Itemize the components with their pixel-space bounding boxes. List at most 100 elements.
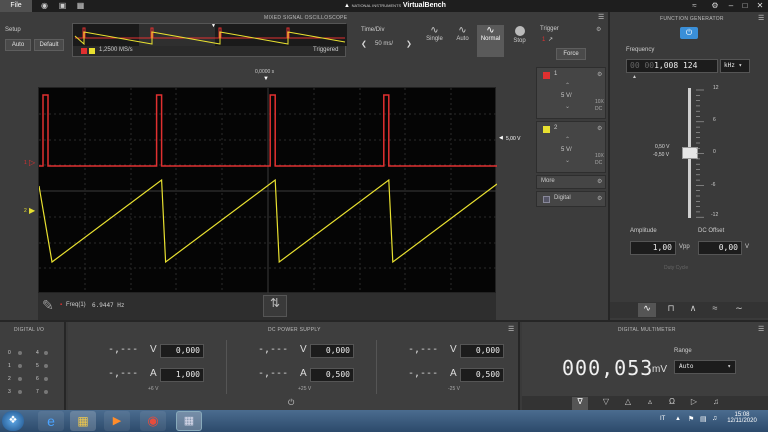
folder-icon[interactable]: ▦ [76, 2, 85, 10]
dc-voltage-setpoint[interactable]: 0,000 [160, 344, 204, 358]
single-mode-button[interactable]: ∿ Single [421, 25, 448, 57]
function-generator-title: FUNCTION GENERATOR [660, 16, 724, 22]
waveform-overview[interactable]: ▼ 1,2500 MS/s Triggered [72, 23, 347, 57]
tray-network-icon[interactable]: ▤ [700, 415, 707, 423]
ch1-settings-icon[interactable]: ⚙ [597, 71, 602, 78]
dc-wave-button[interactable]: ∼ [730, 303, 748, 317]
settings-icon[interactable]: ⚙ [708, 0, 722, 12]
fgen-menu-icon[interactable]: ☰ [758, 14, 764, 22]
clock[interactable]: 15:08 12/11/2020 [726, 412, 758, 424]
dc-current-button[interactable]: △ [620, 397, 636, 411]
dio-pin-indicator[interactable] [18, 377, 22, 381]
auto-mode-button[interactable]: ∿ Auto [450, 25, 475, 57]
digital-panel[interactable]: Digital ⚙ [536, 191, 606, 207]
square-wave-button[interactable]: ⊓ [662, 303, 680, 317]
dc-offset-input[interactable]: 0,00 [698, 241, 742, 255]
menu-icon[interactable]: ☰ [598, 13, 604, 21]
pulse-wave-icon: ∿ [486, 25, 495, 36]
tray-volume-icon[interactable]: ♫ [712, 415, 717, 422]
trigger-position-marker[interactable]: ▼ [263, 76, 269, 82]
ch2-settings-icon[interactable]: ⚙ [597, 125, 602, 132]
stop-button[interactable]: Stop [506, 25, 533, 57]
start-button[interactable]: ❖ [2, 411, 24, 431]
time-div-value[interactable]: 50 ms/ [375, 41, 393, 47]
trigger-settings-icon[interactable]: ⚙ [596, 26, 601, 33]
trigger-source[interactable]: 1 [542, 37, 545, 43]
dc-power-toggle-icon[interactable]: ⏻ [288, 398, 294, 408]
ie-icon[interactable]: e [38, 411, 64, 431]
dc-voltage-setpoint[interactable]: 0,000 [310, 344, 354, 358]
media-player-icon[interactable]: ▶ [104, 411, 130, 431]
edit-measurement-icon[interactable]: ✎ [42, 297, 54, 314]
dc-measured-current: -,--- [408, 368, 439, 379]
frequency-unit-select[interactable]: kHz ▾ [720, 59, 750, 73]
noise-wave-button[interactable]: ≈ [706, 303, 724, 317]
dc-voltage-setpoint[interactable]: 0,000 [460, 344, 504, 358]
range-select[interactable]: Auto ▾ [674, 360, 736, 374]
amplitude-input[interactable]: 1,00 [630, 241, 676, 255]
dc-current-setpoint[interactable]: 1,000 [160, 368, 204, 382]
ch1-enable-toggle[interactable] [543, 72, 550, 79]
cursor-tool-icon[interactable]: ⇅ [263, 295, 287, 317]
chrome-icon[interactable]: ◉ [140, 411, 166, 431]
tray-up-icon[interactable]: ▲ [675, 416, 681, 422]
more-panel[interactable]: More ⚙ [536, 175, 606, 189]
save-icon[interactable]: ▣ [58, 2, 67, 10]
time-div-label: Time/Div [361, 27, 385, 33]
ac-voltage-button[interactable]: ▽ [598, 397, 614, 411]
time-div-decrease[interactable]: ❮ [361, 40, 367, 48]
oscilloscope-display[interactable] [38, 87, 497, 294]
dc-voltage-button[interactable]: ∇ [572, 397, 588, 411]
dio-pin-indicator[interactable] [18, 364, 22, 368]
ch1-probe: 10X [595, 99, 604, 105]
ch1-scale-up-icon[interactable]: ⌃ [565, 82, 570, 89]
ac-current-button[interactable]: ▵ [642, 397, 658, 411]
level-low: -0,50 V [653, 152, 670, 158]
dio-pin-indicator[interactable] [44, 390, 48, 394]
virtualbench-taskbar-icon[interactable]: ▦ [176, 411, 202, 431]
dio-pin-indicator[interactable] [44, 364, 48, 368]
multimeter-menu-icon[interactable]: ☰ [758, 325, 764, 333]
tray-flag-icon[interactable]: ⚑ [688, 415, 694, 423]
ch1-offset-marker[interactable]: ▷ [29, 158, 35, 167]
force-trigger-button[interactable]: Force [556, 48, 586, 60]
close-button[interactable]: ✕ [753, 0, 767, 12]
ch2-scale-down-icon[interactable]: ⌄ [565, 157, 570, 164]
ch1-scale-down-icon[interactable]: ⌄ [565, 103, 570, 110]
dc-current-setpoint[interactable]: 0,500 [460, 368, 504, 382]
fgen-power-toggle[interactable]: ⏻ [680, 27, 698, 39]
dio-pin-indicator[interactable] [44, 377, 48, 381]
multimeter-panel: DIGITAL MULTIMETER ☰ 000,053 mV Range Au… [522, 322, 768, 412]
minimize-button[interactable]: – [724, 0, 738, 12]
ch2-offset-marker[interactable]: ▶ [29, 206, 35, 215]
diode-button[interactable]: ▷ [686, 397, 702, 411]
scale-tick-0: 0 [713, 149, 716, 155]
channel2-panel: 2 ⚙ ⌃ 5 V/ ⌄ 10X DC [536, 121, 606, 173]
dio-pin-indicator[interactable] [44, 351, 48, 355]
sine-wave-button[interactable]: ∿ [638, 303, 656, 317]
camera-icon[interactable]: ◉ [40, 2, 49, 10]
frequency-input[interactable]: 00 001,008 124 [626, 59, 718, 73]
file-menu[interactable]: File [0, 0, 32, 12]
time-div-increase[interactable]: ❯ [406, 40, 412, 48]
brand-logo-icon: ▲ [344, 3, 350, 9]
digital-enable-toggle[interactable] [543, 196, 550, 203]
resistance-button[interactable]: Ω [664, 397, 680, 411]
default-setup-button[interactable]: Default [34, 39, 64, 51]
trigger-level-marker[interactable]: ◀ [499, 135, 503, 141]
maximize-button[interactable]: □ [738, 0, 752, 12]
more-settings-icon[interactable]: ⚙ [597, 178, 602, 185]
dio-pin-indicator[interactable] [18, 351, 22, 355]
language-indicator[interactable]: IT [660, 416, 665, 422]
normal-mode-button[interactable]: ∿ Normal [477, 25, 504, 57]
digital-settings-icon[interactable]: ⚙ [597, 195, 602, 202]
ch2-enable-toggle[interactable] [543, 126, 550, 133]
dio-pin-indicator[interactable] [18, 390, 22, 394]
ch2-scale-up-icon[interactable]: ⌃ [565, 136, 570, 143]
auto-setup-button[interactable]: Auto [5, 39, 31, 51]
triangle-wave-button[interactable]: ∧ [684, 303, 702, 317]
explorer-icon[interactable]: ▦ [70, 411, 96, 431]
dc-power-menu-icon[interactable]: ☰ [508, 325, 514, 333]
dc-current-setpoint[interactable]: 0,500 [310, 368, 354, 382]
continuity-button[interactable]: ♫ [708, 397, 724, 411]
